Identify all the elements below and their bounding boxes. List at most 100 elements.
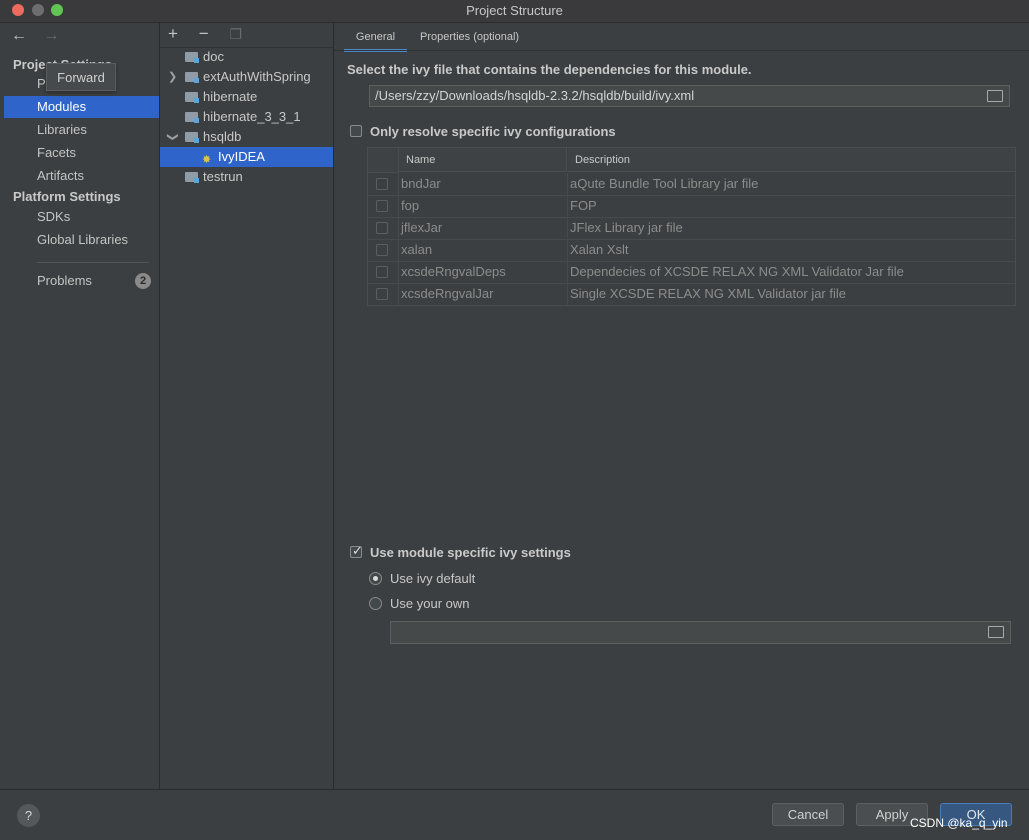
table-row[interactable]: bndJar aQute Bundle Tool Library jar fil… (368, 173, 1015, 196)
radio-use-your-own[interactable] (369, 597, 382, 610)
column-divider (567, 217, 568, 239)
column-divider (567, 195, 568, 217)
module-folder-icon (185, 92, 199, 103)
browse-folder-icon[interactable] (987, 90, 1003, 102)
module-folder-icon (185, 172, 199, 183)
title-bar: Project Structure (0, 0, 1029, 23)
row-checkbox[interactable] (376, 222, 388, 234)
help-button[interactable]: ? (17, 804, 40, 827)
row-checkbox[interactable] (376, 178, 388, 190)
tree-item-hibernate-3-3-1[interactable]: hibernate_3_3_1 (160, 107, 333, 127)
sidebar-item-libraries[interactable]: Libraries (4, 119, 159, 141)
table-row[interactable]: xcsdeRngvalJar Single XCSDE RELAX NG XML… (368, 283, 1015, 305)
sidebar-item-facets[interactable]: Facets (4, 142, 159, 164)
table-row[interactable]: jflexJar JFlex Library jar file (368, 217, 1015, 240)
chevron-down-icon[interactable]: ❯ (163, 132, 183, 141)
radio-use-ivy-default-label: Use ivy default (390, 571, 476, 586)
configurations-table: Name Description bndJar aQute Bundle Too… (367, 147, 1016, 306)
platform-settings-title: Platform Settings (13, 189, 121, 204)
config-name: bndJar (401, 176, 441, 191)
column-divider (398, 261, 399, 283)
config-description: Xalan Xslt (570, 242, 629, 257)
module-settings-label: Use module specific ivy settings (370, 545, 571, 560)
tree-item-doc[interactable]: doc (160, 47, 333, 67)
column-divider (567, 173, 568, 195)
config-name: xalan (401, 242, 433, 257)
forward-arrow-icon[interactable]: → (43, 27, 59, 44)
config-name: fop (401, 198, 420, 213)
table-header-description: Description (568, 148, 1015, 172)
config-name: xcsdeRngvalJar (401, 286, 494, 301)
config-name: jflexJar (401, 220, 443, 235)
radio-use-your-own-label: Use your own (390, 596, 470, 611)
config-description: JFlex Library jar file (570, 220, 683, 235)
problems-label: Problems (37, 273, 92, 288)
forward-tooltip: Forward (46, 63, 116, 91)
tree-item-hibernate[interactable]: hibernate (160, 87, 333, 107)
tree-item-label: extAuthWithSpring (203, 69, 311, 84)
module-settings-checkbox[interactable]: ✓ (350, 543, 363, 558)
config-description: Dependecies of XCSDE RELAX NG XML Valida… (570, 264, 904, 279)
sidebar-item-global-libraries[interactable]: Global Libraries (4, 229, 159, 251)
row-checkbox[interactable] (376, 288, 388, 300)
ivy-file-label: Select the ivy file that contains the de… (347, 62, 752, 77)
row-checkbox[interactable] (376, 244, 388, 256)
config-description: aQute Bundle Tool Library jar file (570, 176, 759, 191)
table-row[interactable]: xalan Xalan Xslt (368, 239, 1015, 262)
tree-item-ivyidea[interactable]: ✸ IvyIDEA (160, 147, 333, 167)
tree-item-label: doc (203, 49, 224, 64)
tree-item-label: hibernate_3_3_1 (203, 109, 301, 124)
tab-divider (334, 50, 1029, 51)
module-folder-icon (185, 112, 199, 123)
column-divider (398, 173, 399, 195)
radio-selected-dot (373, 576, 378, 581)
ivy-file-field[interactable]: /Users/zzy/Downloads/hsqldb-2.3.2/hsqldb… (369, 85, 1010, 107)
config-description: FOP (570, 198, 597, 213)
dialog-button-bar: ? Cancel Apply OK CSDN @ka_q_yin (0, 789, 1029, 840)
settings-panel: General Properties (optional) Select the… (334, 23, 1029, 789)
tree-toolbar: + − ❐ (168, 24, 255, 46)
remove-module-button[interactable]: − (199, 24, 225, 44)
tab-general[interactable]: General (344, 27, 407, 52)
row-checkbox[interactable] (376, 200, 388, 212)
sidebar-item-artifacts[interactable]: Artifacts (4, 165, 159, 187)
ivy-file-path: /Users/zzy/Downloads/hsqldb-2.3.2/hsqldb… (375, 88, 695, 103)
tree-item-label: hibernate (203, 89, 258, 104)
cancel-button[interactable]: Cancel (772, 803, 844, 826)
radio-use-ivy-default[interactable] (369, 572, 382, 585)
only-resolve-checkbox[interactable] (350, 125, 362, 137)
column-divider (567, 283, 568, 305)
module-tree: + − ❐ doc ❯ extAuthWithSpring hibernate … (160, 23, 334, 789)
tree-item-extauthwithspring[interactable]: ❯ extAuthWithSpring (160, 67, 333, 87)
tree-item-label: testrun (203, 169, 243, 184)
tree-item-label: hsqldb (203, 129, 242, 144)
own-settings-field[interactable] (390, 621, 1011, 644)
table-header-check (368, 148, 399, 173)
watermark-text: CSDN @ka_q_yin (910, 816, 1008, 830)
tab-properties[interactable]: Properties (optional) (420, 27, 519, 49)
browse-folder-icon[interactable] (988, 626, 1004, 638)
problems-count-badge: 2 (135, 273, 151, 289)
sidebar: ← → Project Settings Project Modules Lib… (4, 23, 160, 789)
chevron-right-icon[interactable]: ❯ (168, 67, 177, 87)
table-header-name: Name (399, 148, 567, 172)
sidebar-item-sdks[interactable]: SDKs (4, 206, 159, 228)
table-row[interactable]: xcsdeRngvalDeps Dependecies of XCSDE REL… (368, 261, 1015, 284)
copy-icon[interactable]: ❐ (229, 26, 255, 43)
sidebar-item-problems[interactable]: Problems 2 (4, 270, 159, 292)
row-checkbox[interactable] (376, 266, 388, 278)
window-title: Project Structure (466, 3, 563, 18)
module-folder-icon (185, 132, 199, 143)
only-resolve-label: Only resolve specific ivy configurations (370, 124, 616, 139)
table-row[interactable]: fop FOP (368, 195, 1015, 218)
add-module-button[interactable]: + (168, 24, 194, 44)
column-divider (398, 239, 399, 261)
tree-item-label: IvyIDEA (218, 149, 265, 164)
column-divider (398, 217, 399, 239)
tree-item-testrun[interactable]: testrun (160, 167, 333, 187)
sidebar-item-modules[interactable]: Modules (4, 96, 159, 118)
tree-item-hsqldb[interactable]: ❯ hsqldb (160, 127, 333, 147)
back-arrow-icon[interactable]: ← (11, 27, 27, 44)
column-divider (567, 239, 568, 261)
config-description: Single XCSDE RELAX NG XML Validator jar … (570, 286, 846, 301)
